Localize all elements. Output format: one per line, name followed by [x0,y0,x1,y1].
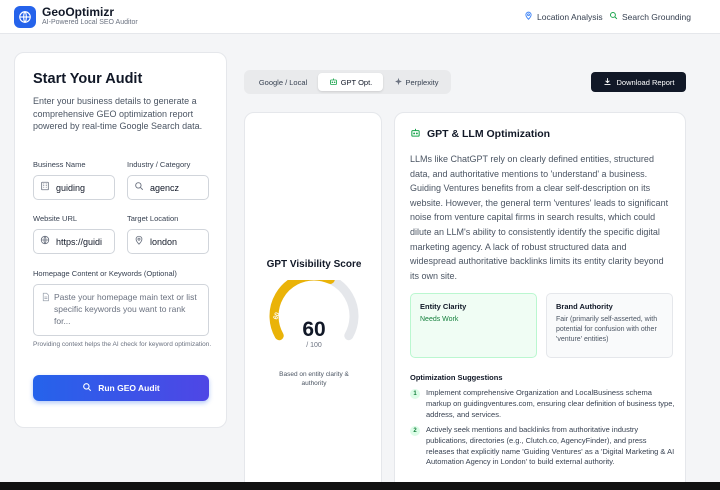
business-name-value: guiding [56,182,86,193]
analysis-body: LLMs like ChatGPT rely on clearly define… [410,154,669,281]
globe-icon [40,235,50,248]
content-hint: Providing context helps the AI check for… [33,341,212,348]
suggestion-text: Actively seek mentions and backlinks fro… [426,425,675,467]
sparkle-icon [394,77,403,88]
suggestion-text: Implement comprehensive Organization and… [426,388,675,419]
analysis-title: GPT & LLM Optimization [427,128,551,140]
industry-label: Industry / Category [127,160,191,169]
brand-name: GeoOptimizr [42,5,115,19]
robot-icon [410,127,421,141]
download-report-label: Download Report [616,77,675,87]
globe-logo-icon [14,6,36,28]
suggestion-item: 2 Actively seek mentions and backlinks f… [410,425,675,468]
brand-authority-title: Brand Authority [556,302,613,311]
business-name-label: Business Name [33,160,86,169]
entity-clarity-value: Needs Work [420,316,459,323]
analysis-header: GPT & LLM Optimization [410,127,550,141]
download-report-button[interactable]: Download Report [591,72,686,92]
website-input[interactable]: https://guidi [33,229,115,254]
suggestion-number: 2 [410,426,420,436]
search-icon [82,382,92,394]
search-icon [134,181,144,194]
score-max: / 100 [306,342,322,349]
suggestion-number: 1 [410,389,420,399]
location-value: london [150,236,178,247]
entity-clarity-title: Entity Clarity [420,302,467,311]
tab-perplexity[interactable]: Perplexity [386,73,446,91]
website-label: Website URL [33,214,78,223]
map-pin-icon [134,235,144,248]
industry-value: agencz [150,182,180,193]
building-icon [40,181,50,194]
score-note: Based on entity clarity & authority [279,371,349,387]
business-name-input[interactable]: guiding [33,175,115,200]
tab-google-local[interactable]: Google / Local [249,73,317,91]
tab-gpt-label: GPT Opt. [340,77,373,87]
brand-tagline: AI-Powered Local SEO Auditor [42,19,138,26]
score-title: GPT Visibility Score [266,259,362,270]
brand-authority-box: Brand Authority Fair (primarily self-ass… [546,293,673,358]
score-value: 60 [302,318,326,341]
suggestion-item: 1 Implement comprehensive Organization a… [410,388,675,420]
content-label: Homepage Content or Keywords (Optional) [33,269,177,278]
content-placeholder: Paste your homepage main text or list sp… [54,292,197,326]
location-input[interactable]: london [127,229,209,254]
audit-form-title: Start Your Audit [33,71,143,87]
map-pin-icon [524,11,533,22]
nav-location-label: Location Analysis [537,11,603,22]
bottom-bar [0,482,720,490]
download-icon [603,77,612,88]
gpt-analysis-card: GPT & LLM Optimization LLMs like ChatGPT… [394,112,686,490]
content-textarea[interactable]: Paste your homepage main text or list sp… [33,284,209,336]
score-card: GPT Visibility Score 60 60 / 100 Based o… [244,112,382,490]
tab-google-label: Google / Local [258,77,308,87]
search-icon [609,11,618,22]
nav-grounding-label: Search Grounding [622,11,691,22]
industry-input[interactable]: agencz [127,175,209,200]
nav-search-grounding[interactable]: Search Grounding [609,11,691,22]
website-value: https://guidi [56,236,103,247]
run-audit-button[interactable]: Run GEO Audit [33,375,209,401]
nav-location-analysis[interactable]: Location Analysis [524,11,603,22]
app-header: GeoOptimizr AI-Powered Local SEO Auditor… [0,0,720,34]
tab-gpt-opt[interactable]: GPT Opt. [318,73,383,91]
audit-form-description: Enter your business details to generate … [33,96,203,131]
audit-form-card: Start Your Audit Enter your business det… [14,52,227,428]
brand-authority-value: Fair (primarily self-asserted, with pote… [556,316,658,343]
result-tabs: Google / Local GPT Opt. Perplexity [244,70,451,94]
entity-clarity-box: Entity Clarity Needs Work [410,293,537,358]
document-icon [41,292,50,305]
location-label: Target Location [127,214,179,223]
run-audit-label: Run GEO Audit [98,383,160,393]
robot-icon [329,77,338,88]
suggestions-title: Optimization Suggestions [410,373,503,382]
tab-perplexity-label: Perplexity [405,77,439,87]
